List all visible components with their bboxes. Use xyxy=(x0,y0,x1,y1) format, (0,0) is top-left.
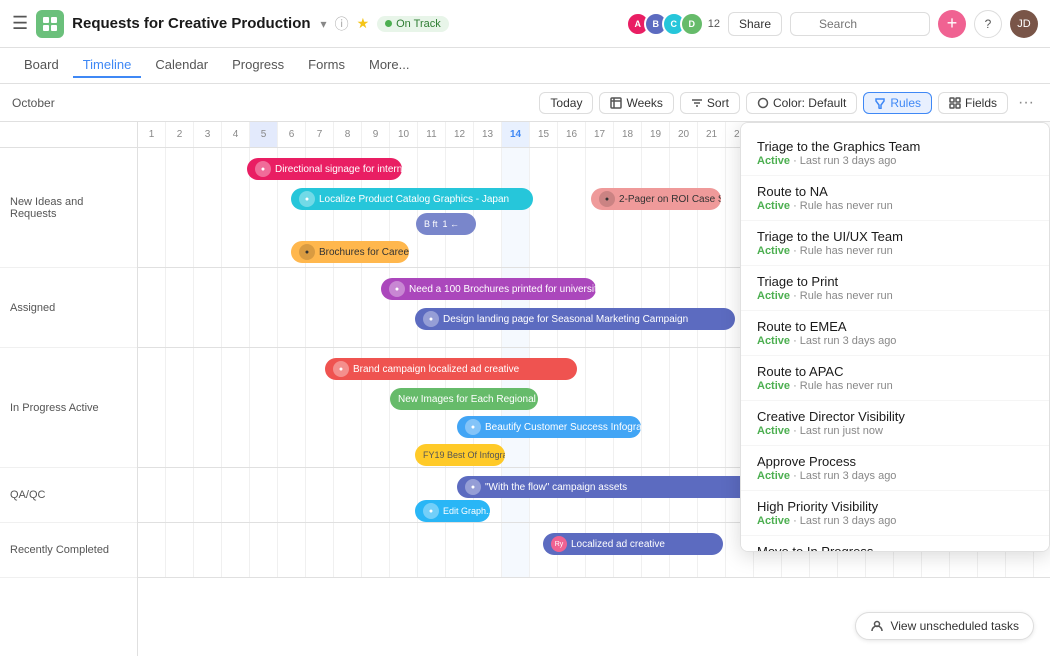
status-dot xyxy=(385,20,392,27)
color-label: Color: Default xyxy=(773,96,846,110)
col-16: 16 xyxy=(558,122,586,147)
sort-label: Sort xyxy=(707,96,729,110)
col-20: 20 xyxy=(670,122,698,147)
timeline-container: New Ideas and Requests Assigned In Progr… xyxy=(0,122,1050,656)
weeks-button[interactable]: Weeks xyxy=(599,92,673,114)
rules-button[interactable]: Rules xyxy=(863,92,932,114)
project-title: Requests for Creative Production xyxy=(72,15,310,32)
col-2: 2 xyxy=(166,122,194,147)
col-18: 18 xyxy=(614,122,642,147)
on-track-badge: On Track xyxy=(377,16,449,32)
rule-route-apac[interactable]: Route to APAC Active · Rule has never ru… xyxy=(741,356,1049,401)
col-6: 6 xyxy=(278,122,306,147)
unscheduled-label: View unscheduled tasks xyxy=(890,619,1019,633)
weeks-label: Weeks xyxy=(626,96,662,110)
add-button[interactable]: + xyxy=(938,10,966,38)
nav-tabs: Board Timeline Calendar Progress Forms M… xyxy=(0,48,1050,84)
on-track-label: On Track xyxy=(396,18,441,30)
timeline-toolbar: October Today Weeks Sort Color: Default … xyxy=(0,84,1050,122)
tab-board[interactable]: Board xyxy=(14,53,69,78)
tab-progress[interactable]: Progress xyxy=(222,53,294,78)
rule-high-priority[interactable]: High Priority Visibility Active · Last r… xyxy=(741,491,1049,536)
bar-with-the-flow[interactable]: ● "With the flow" campaign assets xyxy=(457,476,752,498)
col-15: 15 xyxy=(530,122,558,147)
bar-localized-ad[interactable]: Ry Localized ad creative xyxy=(543,533,723,555)
bar-brand-campaign[interactable]: ● Brand campaign localized ad creative xyxy=(325,358,577,380)
row-label-in-progress: In Progress Active xyxy=(0,348,137,468)
tab-timeline[interactable]: Timeline xyxy=(73,53,142,78)
col-5: 5 xyxy=(250,122,278,147)
rule-triage-uiux[interactable]: Triage to the UI/UX Team Active · Rule h… xyxy=(741,221,1049,266)
bar-fy19[interactable]: FY19 Best Of Infographic xyxy=(415,444,505,466)
row-label-new-ideas: New Ideas and Requests xyxy=(0,148,137,268)
avatar-group: A B C D 12 xyxy=(626,12,720,36)
rules-label: Rules xyxy=(890,96,921,110)
row-labels: New Ideas and Requests Assigned In Progr… xyxy=(0,122,138,656)
user-avatar[interactable]: JD xyxy=(1010,10,1038,38)
bar-directional-signage[interactable]: ● Directional signage for internal event… xyxy=(247,158,402,180)
col-1: 1 xyxy=(138,122,166,147)
col-7: 7 xyxy=(306,122,334,147)
fields-button[interactable]: Fields xyxy=(938,92,1008,114)
chevron-down-icon[interactable]: ▾ xyxy=(321,17,327,31)
col-9: 9 xyxy=(362,122,390,147)
col-3: 3 xyxy=(194,122,222,147)
row-label-recently: Recently Completed xyxy=(0,523,137,578)
bar-design-landing[interactable]: ● Design landing page for Seasonal Marke… xyxy=(415,308,735,330)
toolbar-month: October xyxy=(12,96,55,110)
rule-triage-graphics[interactable]: Triage to the Graphics Team Active · Las… xyxy=(741,131,1049,176)
avatar-count: 12 xyxy=(708,18,720,30)
rule-route-na[interactable]: Route to NA Active · Rule has never run xyxy=(741,176,1049,221)
col-13: 13 xyxy=(474,122,502,147)
col-11: 11 xyxy=(418,122,446,147)
col-12: 12 xyxy=(446,122,474,147)
help-button[interactable]: ? xyxy=(974,10,1002,38)
col-19: 19 xyxy=(642,122,670,147)
bar-edit-graph[interactable]: ● Edit Graph... xyxy=(415,500,490,522)
col-10: 10 xyxy=(390,122,418,147)
col-8: 8 xyxy=(334,122,362,147)
rule-creative-director[interactable]: Creative Director Visibility Active · La… xyxy=(741,401,1049,446)
sort-button[interactable]: Sort xyxy=(680,92,740,114)
row-label-qa: QA/QC xyxy=(0,468,137,523)
bar-badge[interactable]: B ft 1 ← xyxy=(416,213,476,235)
color-button[interactable]: Color: Default xyxy=(746,92,857,114)
bar-2pager-roi[interactable]: ● 2-Pager on ROI Case Study xyxy=(591,188,721,210)
search-wrap xyxy=(790,12,930,36)
col-14: 14 xyxy=(502,122,530,147)
rule-route-emea[interactable]: Route to EMEA Active · Last run 3 days a… xyxy=(741,311,1049,356)
search-input[interactable] xyxy=(790,12,930,36)
timeline-scroll: 1 2 3 4 5 6 7 8 9 10 11 12 13 14 15 16 1… xyxy=(138,122,1050,656)
star-icon[interactable]: ★ xyxy=(357,15,370,32)
share-button[interactable]: Share xyxy=(728,12,782,36)
row-label-assigned: Assigned xyxy=(0,268,137,348)
bar-100-brochures[interactable]: ● Need a 100 Brochures printed for unive… xyxy=(381,278,596,300)
app-icon xyxy=(36,10,64,38)
avatar-4: D xyxy=(680,12,704,36)
rule-approve-process[interactable]: Approve Process Active · Last run 3 days… xyxy=(741,446,1049,491)
col-17: 17 xyxy=(586,122,614,147)
rule-triage-print[interactable]: Triage to Print Active · Rule has never … xyxy=(741,266,1049,311)
header-right: A B C D 12 Share + ? JD xyxy=(626,10,1038,38)
bar-brochures-career[interactable]: ● Brochures for Career Fair xyxy=(291,241,409,263)
tab-forms[interactable]: Forms xyxy=(298,53,355,78)
today-button[interactable]: Today xyxy=(539,92,593,114)
rule-move-to-in-progress[interactable]: Move to In Progress xyxy=(741,536,1049,552)
hamburger-icon[interactable]: ☰ xyxy=(12,13,28,34)
bar-new-images[interactable]: New Images for Each Regional Office xyxy=(390,388,538,410)
tab-more[interactable]: More... xyxy=(359,53,419,78)
rules-dropdown: Triage to the Graphics Team Active · Las… xyxy=(740,122,1050,552)
info-icon[interactable]: ⓘ xyxy=(335,14,349,34)
fields-label: Fields xyxy=(965,96,997,110)
more-options-icon[interactable]: ··· xyxy=(1014,94,1038,112)
col-4: 4 xyxy=(222,122,250,147)
bar-beautify-infographic[interactable]: ● Beautify Customer Success Infographic xyxy=(457,416,641,438)
tab-calendar[interactable]: Calendar xyxy=(145,53,218,78)
unscheduled-tasks-button[interactable]: View unscheduled tasks xyxy=(855,612,1034,640)
col-21: 21 xyxy=(698,122,726,147)
header: ☰ Requests for Creative Production ▾ ⓘ ★… xyxy=(0,0,1050,48)
bar-localize-product[interactable]: ● Localize Product Catalog Graphics - Ja… xyxy=(291,188,533,210)
